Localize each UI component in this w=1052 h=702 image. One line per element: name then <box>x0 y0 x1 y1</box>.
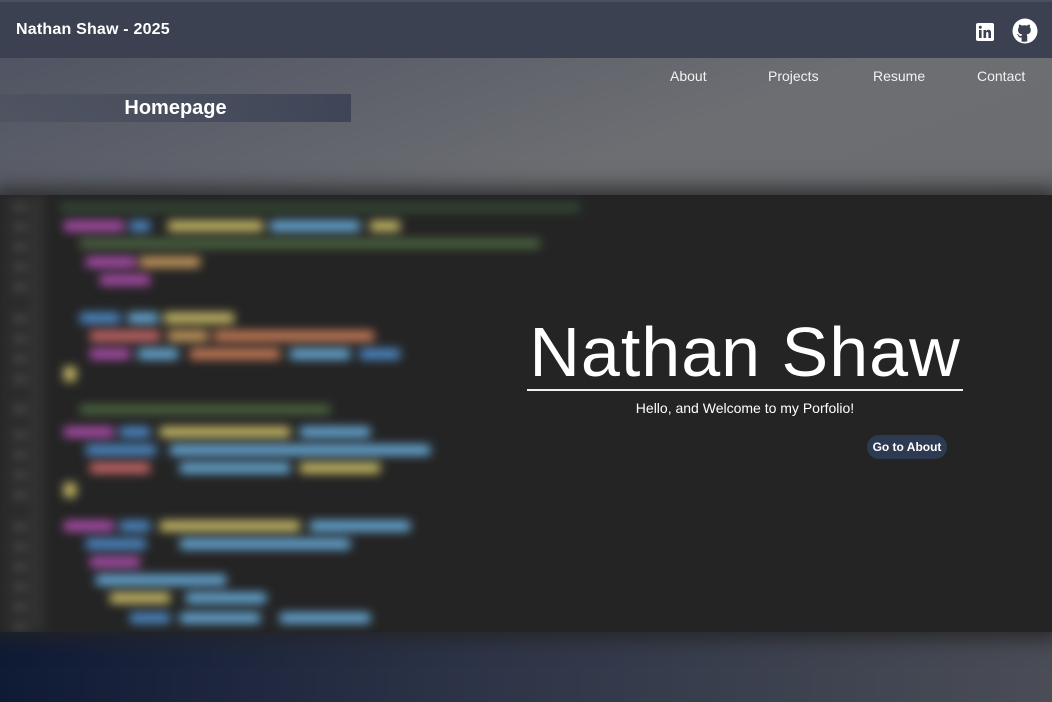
page-background-bottom <box>0 630 1052 702</box>
hero-subtitle: Hello, and Welcome to my Porfolio! <box>635 400 855 416</box>
main-nav: About Projects Resume Contact <box>0 68 1052 88</box>
nav-link-contact[interactable]: Contact <box>977 68 1025 84</box>
nav-link-projects[interactable]: Projects <box>768 68 819 84</box>
linkedin-link[interactable] <box>976 23 994 41</box>
linkedin-icon <box>976 23 994 41</box>
github-link[interactable] <box>1012 18 1038 44</box>
hero-title: Nathan Shaw <box>529 313 961 391</box>
nav-link-about[interactable]: About <box>670 68 707 84</box>
go-to-about-button[interactable]: Go to About <box>867 435 947 459</box>
page-title-label: Homepage <box>0 94 351 122</box>
site-brand[interactable]: Nathan Shaw - 2025 <box>16 21 170 39</box>
github-icon <box>1012 18 1038 44</box>
nav-link-resume[interactable]: Resume <box>873 68 925 84</box>
hero-divider <box>527 389 963 391</box>
top-header-bar: Nathan Shaw - 2025 <box>0 0 1052 58</box>
